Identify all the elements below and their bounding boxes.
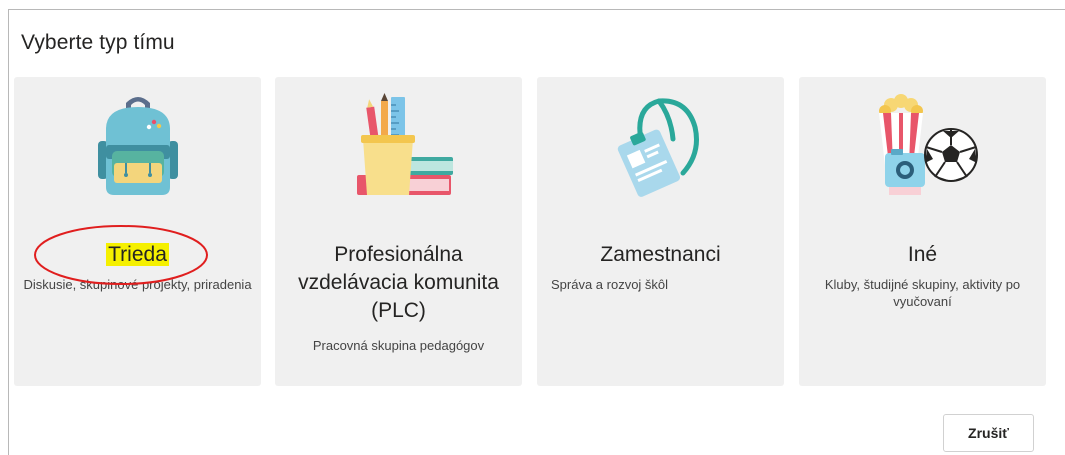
card-description: Diskusie, skupinové projekty, priradenia [23,277,252,292]
dialog-title: Vyberte typ tímu [21,31,175,54]
team-type-dialog: Vyberte typ tímu Trieda Diskusie, skupin… [8,9,1065,455]
id-badge-lanyard-icon [537,91,784,211]
books-pencils-icon [275,91,522,211]
team-type-card-plc[interactable]: Profesionálna vzdelávacia komunita (PLC)… [275,77,522,386]
team-type-card-class[interactable]: Trieda Diskusie, skupinové projekty, pri… [14,77,261,386]
card-title: Trieda [106,243,169,266]
card-title: Profesionálna vzdelávacia komunita (PLC) [298,243,499,322]
team-type-card-staff[interactable]: Zamestnanci Správa a rozvoj škôl [537,77,784,386]
card-title: Zamestnanci [600,243,721,266]
card-description: Pracovná skupina pedagógov [312,338,485,353]
popcorn-camera-ball-icon [799,91,1046,211]
card-title: Iné [907,243,938,266]
cancel-button[interactable]: Zrušiť [943,414,1034,452]
team-type-card-other[interactable]: Iné Kluby, študijné skupiny, aktivity po… [799,77,1046,386]
card-description: Kluby, študijné skupiny, aktivity po vyu… [824,277,1021,309]
card-description: Správa a rozvoj škôl [551,277,669,292]
backpack-icon [14,91,261,211]
